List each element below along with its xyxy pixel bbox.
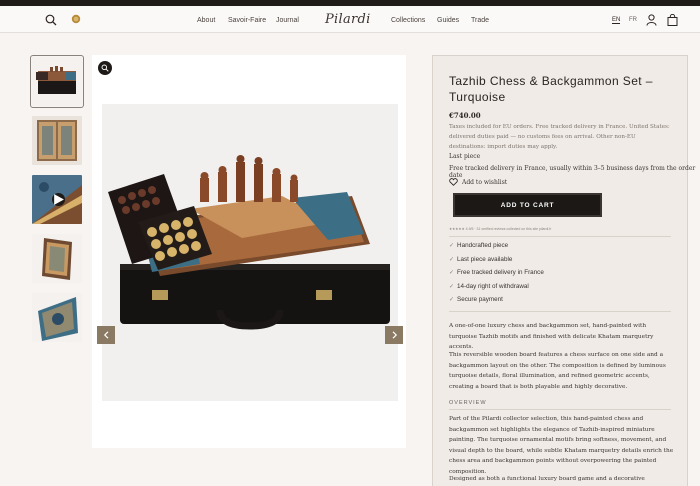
thumbnail-video[interactable]: [32, 175, 82, 224]
feature-item: ✓ Free tracked delivery in France: [449, 269, 544, 276]
nav-guides[interactable]: Guides: [437, 17, 459, 24]
search-icon[interactable]: [44, 13, 58, 27]
divider: [449, 236, 671, 237]
divider: [449, 409, 671, 410]
feature-label: Secure payment: [457, 296, 503, 303]
thumbnail-1[interactable]: [30, 55, 84, 108]
next-image-button[interactable]: [385, 326, 403, 344]
product-price: €740.00: [449, 111, 481, 120]
closing-text: Designed as both a functional luxury boa…: [449, 476, 645, 482]
feature-item: ✓ Last piece available: [449, 256, 512, 263]
feature-label: Handcrafted piece: [457, 242, 509, 249]
gold-badge-icon[interactable]: [70, 13, 82, 25]
nav-trade[interactable]: Trade: [471, 17, 489, 24]
nav-collections[interactable]: Collections: [391, 17, 425, 24]
product-title: Tazhib Chess & Backgammon Set – Turquois…: [449, 74, 653, 104]
check-icon: ✓: [449, 297, 455, 303]
delivery-note: Free tracked delivery in France, usually…: [449, 165, 696, 179]
divider: [449, 311, 671, 312]
lang-en[interactable]: EN: [612, 17, 621, 24]
check-icon: ✓: [449, 270, 455, 276]
wishlist-label: Add to wishlist: [462, 178, 508, 186]
stock-status: Last piece: [449, 153, 481, 160]
play-icon[interactable]: [52, 193, 65, 206]
feature-item: ✓ Secure payment: [449, 296, 503, 303]
overview-text: Part of the Pilardi collector selection,…: [449, 416, 674, 475]
check-icon: ✓: [449, 284, 455, 290]
nav-about[interactable]: About: [197, 17, 215, 24]
brand-logo[interactable]: Pilardi: [325, 12, 371, 27]
product-photo[interactable]: [102, 104, 398, 401]
prev-image-button[interactable]: [97, 326, 115, 344]
feature-label: Last piece available: [457, 256, 513, 263]
feature-item: ✓ Handcrafted piece: [449, 242, 508, 249]
bag-icon[interactable]: [666, 13, 678, 26]
thumbnail-4[interactable]: [32, 234, 82, 283]
wishlist-link[interactable]: Add to wishlist: [449, 178, 507, 186]
lang-fr[interactable]: FR: [629, 17, 637, 23]
product-description: This reversible wooden board features a …: [449, 352, 666, 390]
check-icon: ✓: [449, 243, 455, 249]
overview-heading: OVERVIEW: [449, 400, 487, 406]
feature-label: 14-day right of withdrawal: [457, 283, 529, 290]
nav-journal[interactable]: Journal: [276, 17, 299, 24]
tax-note: Taxes included for EU orders. Free track…: [449, 124, 670, 150]
feature-label: Free tracked delivery in France: [457, 269, 544, 276]
check-icon: ✓: [449, 257, 455, 263]
reviews-line[interactable]: ★★★★★ 4.9/5 · 31 verified reviews collec…: [449, 227, 551, 231]
heart-icon: [449, 178, 458, 186]
nav-savoir-faire[interactable]: Savoir-Faire: [228, 17, 266, 24]
zoom-icon[interactable]: [98, 61, 112, 75]
site-header: About Savoir-Faire Journal Pilardi Colle…: [0, 6, 700, 33]
add-to-cart-button[interactable]: ADD TO CART: [453, 193, 602, 217]
user-icon[interactable]: [645, 13, 657, 26]
thumbnail-5[interactable]: [32, 293, 82, 342]
feature-item: ✓ 14-day right of withdrawal: [449, 283, 529, 290]
product-intro: A one-of-one luxury chess and backgammon…: [449, 323, 654, 350]
thumbnail-2[interactable]: [32, 116, 82, 165]
